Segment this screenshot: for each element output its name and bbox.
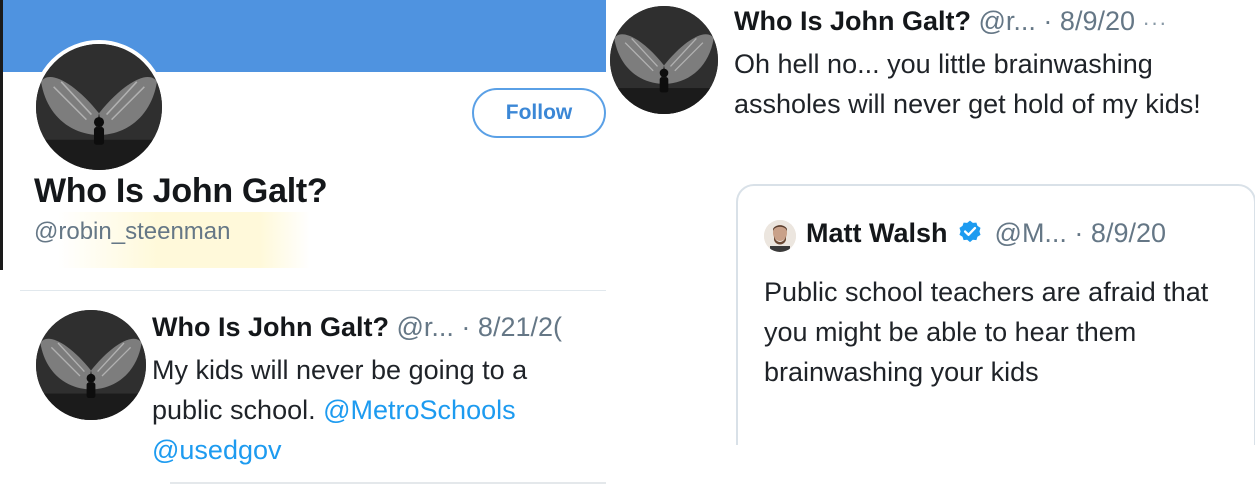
verified-badge-icon — [959, 220, 981, 243]
avatar-image-icon — [36, 310, 146, 420]
tweet-header: Who Is John Galt? @r... · 8/9/20 ··· — [734, 6, 1168, 37]
tweet-card[interactable]: Who Is John Galt? @r... · 8/9/20 ··· Oh … — [606, 0, 1255, 445]
avatar[interactable] — [764, 220, 796, 252]
quote-author-name[interactable]: Matt Walsh — [806, 218, 948, 248]
quote-header: Matt Walsh @M... · 8/9/20 — [806, 218, 1166, 249]
avatar-image-icon — [764, 220, 796, 252]
author-meta: @r... · 8/21/2( — [396, 312, 562, 342]
avatar[interactable] — [32, 40, 166, 174]
follow-button[interactable]: Follow — [472, 88, 606, 138]
quoted-tweet[interactable]: Matt Walsh @M... · 8/9/20 Public school … — [736, 184, 1255, 445]
quote-author-meta: @M... · 8/9/20 — [994, 218, 1166, 248]
avatar-image-icon — [36, 44, 162, 170]
divider — [20, 290, 606, 291]
divider — [170, 482, 606, 484]
profile-card: Follow Who Is John Galt? @robin_steenman — [0, 0, 606, 270]
profile-name: Who Is John Galt? — [34, 172, 328, 210]
tweet-header: Who Is John Galt? @r... · 8/21/2( — [152, 312, 562, 343]
author-meta: @r... · 8/9/20 — [978, 6, 1135, 36]
avatar[interactable] — [36, 310, 146, 420]
tweet-text: My kids will never be going to a public … — [152, 350, 602, 470]
quote-text: Public school teachers are afraid that y… — [764, 277, 1209, 387]
avatar-image-icon — [610, 6, 718, 114]
tweet-card[interactable]: Who Is John Galt? @r... · 8/21/2( My kid… — [20, 282, 606, 488]
avatar[interactable] — [610, 6, 718, 114]
author-name[interactable]: Who Is John Galt? — [152, 312, 389, 342]
mention-link[interactable]: @MetroSchools — [323, 395, 515, 425]
author-name[interactable]: Who Is John Galt? — [734, 6, 971, 36]
tweet-text: Oh hell no... you little brainwashing as… — [734, 49, 1201, 119]
more-options-icon[interactable]: ··· — [1143, 10, 1168, 35]
profile-handle[interactable]: @robin_steenman — [34, 218, 230, 246]
mention-link[interactable]: @usedgov — [152, 435, 282, 465]
